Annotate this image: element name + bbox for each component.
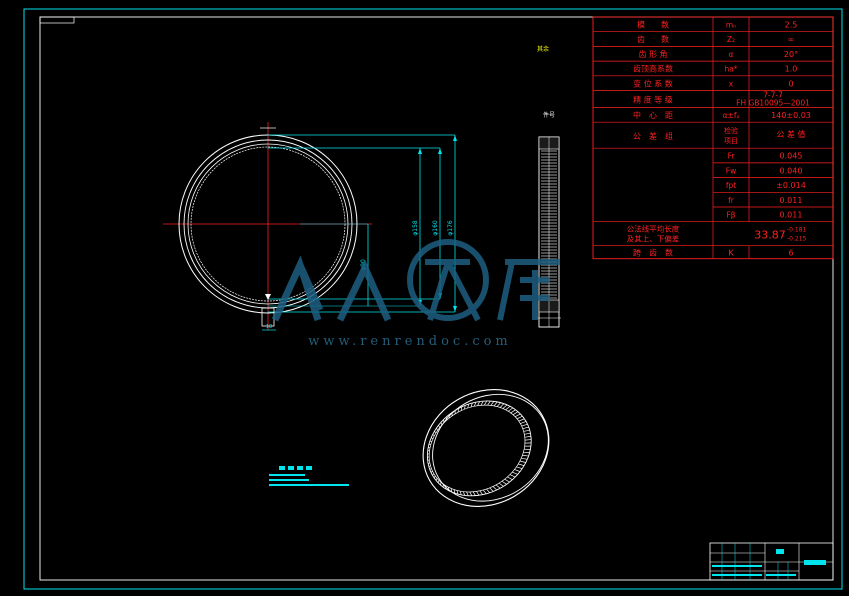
svg-text:精 度 等 级: 精 度 等 级 [633, 95, 673, 105]
svg-text:α: α [729, 50, 734, 59]
svg-text:±0.014: ±0.014 [776, 181, 806, 190]
svg-text:-0.215: -0.215 [787, 236, 807, 243]
svg-text:跨 齿 数: 跨 齿 数 [633, 248, 673, 258]
watermark-url: www.renrendoc.com [308, 334, 512, 349]
watermark: www.renrendoc.com [271, 239, 560, 349]
dim-text-5: 18 [266, 324, 272, 330]
svg-text:33.87: 33.87 [754, 229, 786, 242]
svg-text:Fr: Fr [728, 152, 736, 161]
svg-text:中 心 距: 中 心 距 [633, 110, 673, 120]
svg-text:ha*: ha* [724, 65, 737, 74]
svg-text:变 位 系 数: 变 位 系 数 [633, 78, 673, 88]
svg-text:fr: fr [728, 196, 735, 205]
svg-text:检验: 检验 [724, 126, 738, 135]
svg-text:模 数: 模 数 [637, 20, 669, 30]
title-block [709, 542, 834, 581]
section-view: 件号 [537, 111, 561, 328]
svg-text:0.011: 0.011 [780, 211, 803, 220]
svg-text:公 差 组: 公 差 组 [633, 131, 673, 141]
svg-text:公 差 值: 公 差 值 [776, 129, 805, 139]
roughness-note: 其余 [537, 45, 549, 53]
svg-text:Fβ: Fβ [726, 211, 735, 220]
iso-view [422, 389, 550, 507]
svg-text:0.040: 0.040 [780, 166, 803, 175]
svg-text:齿顶高系数: 齿顶高系数 [633, 64, 673, 74]
svg-text:1.0: 1.0 [785, 65, 798, 74]
svg-text:0: 0 [788, 79, 793, 88]
cad-drawing-canvas[interactable]: φ176 φ160 φ158 φ90 18 其余 件号 www.renrendo… [0, 0, 849, 596]
svg-text:140±0.03: 140±0.03 [771, 111, 811, 120]
svg-text:齿 数: 齿 数 [637, 34, 669, 44]
corner-tab [39, 16, 75, 24]
svg-text:mₙ: mₙ [726, 21, 736, 30]
gear-parameter-table: 模 数 mₙ 2.5 齿 数 Z₂ ∞ 齿 形 角 α 20° 齿顶高系数 ha* 1.0 变 位 系 … [592, 16, 834, 260]
svg-text:FH GB10095—2001: FH GB10095—2001 [736, 99, 810, 108]
svg-text:项目: 项目 [724, 137, 738, 145]
svg-text:Fw: Fw [726, 166, 736, 175]
svg-text:及其上、下偏差: 及其上、下偏差 [627, 234, 680, 244]
svg-text:齿 形 角: 齿 形 角 [638, 49, 667, 59]
svg-text:Z₂: Z₂ [727, 35, 735, 44]
svg-text:2.5: 2.5 [785, 21, 798, 30]
tech-notes [269, 466, 349, 486]
svg-text:20°: 20° [784, 50, 798, 59]
svg-text:x: x [729, 79, 734, 88]
dim-text-2: φ160 [432, 220, 439, 236]
svg-text:fpt: fpt [726, 181, 736, 190]
svg-text:6: 6 [788, 249, 793, 258]
svg-text:-0.181: -0.181 [787, 227, 807, 234]
svg-text:K: K [728, 249, 734, 258]
svg-text:0.011: 0.011 [780, 196, 803, 205]
section-label: 件号 [543, 111, 555, 119]
svg-text:α±fₐ: α±fₐ [723, 111, 740, 120]
svg-text:公法线平均长度: 公法线平均长度 [627, 224, 680, 234]
dim-text-3: φ158 [412, 220, 419, 236]
svg-text:0.045: 0.045 [780, 152, 803, 161]
dim-text-1: φ176 [447, 220, 454, 236]
svg-text:∞: ∞ [788, 35, 795, 44]
